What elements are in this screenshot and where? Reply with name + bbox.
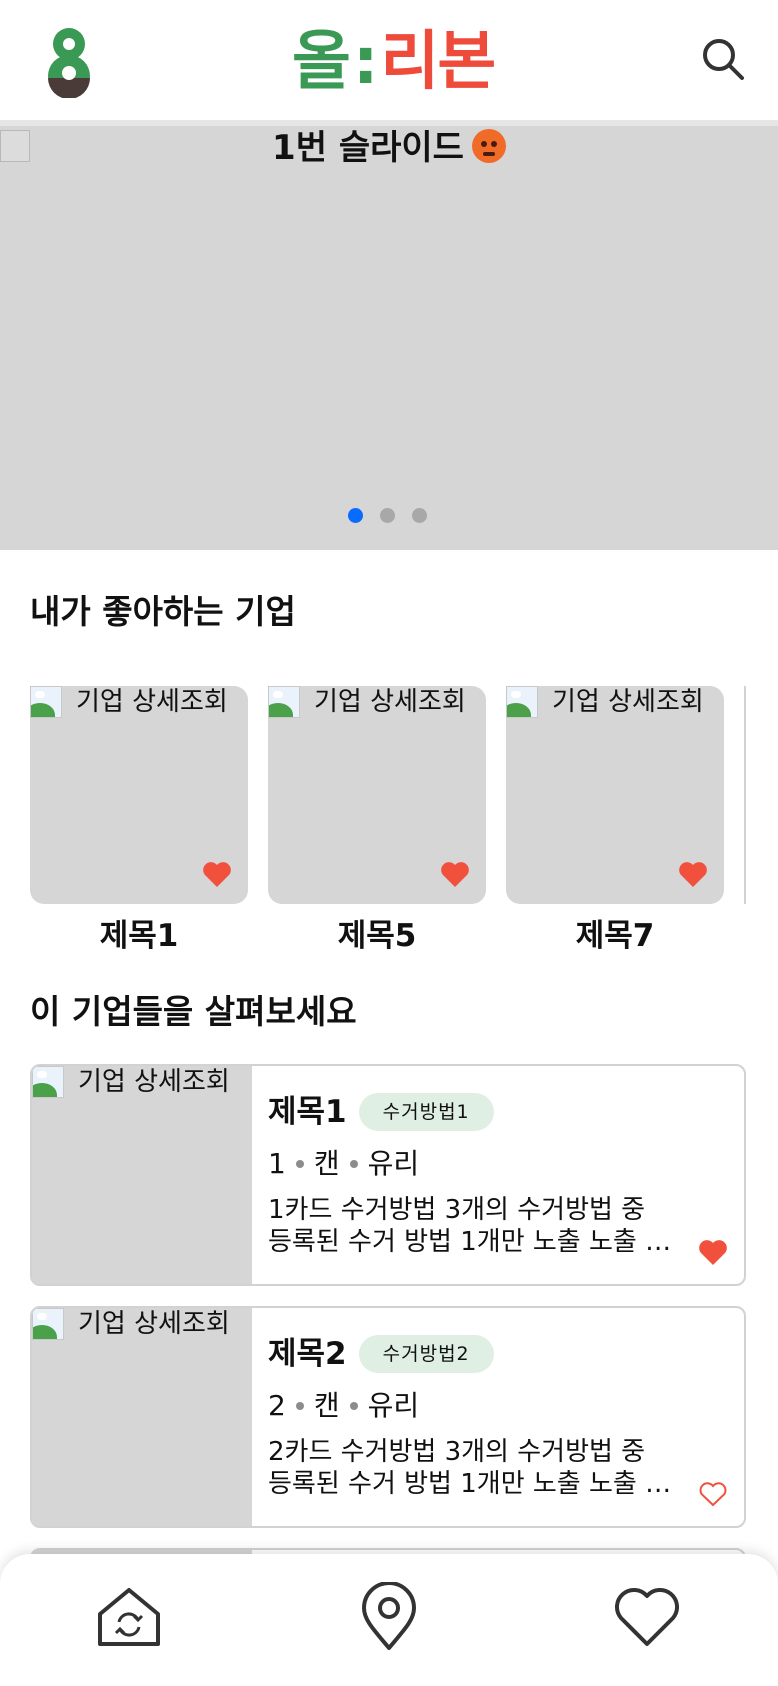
favorite-card-partial[interactable] bbox=[744, 686, 778, 904]
image-alt-text: 기업 상세조회 bbox=[78, 1067, 230, 1097]
image-alt-text: 기업 상세조회 bbox=[314, 687, 466, 717]
card-description-line-1: 2카드 수거방법 3개의 수거방법 중 bbox=[268, 1437, 646, 1467]
broken-image-icon bbox=[506, 686, 538, 718]
card-meta: 2 캔 유리 bbox=[268, 1388, 728, 1424]
image-alt-text: 기업 상세조회 bbox=[552, 687, 704, 717]
company-image: 기업 상세조회 bbox=[30, 686, 228, 718]
collection-method-badge: 수거방법2 bbox=[358, 1335, 494, 1373]
card-title-row: 제목1 수거방법1 bbox=[268, 1092, 728, 1132]
meta-material-can: 캔 bbox=[313, 1389, 340, 1422]
meta-separator bbox=[295, 1160, 304, 1168]
favorites-section-title: 내가 좋아하는 기업 bbox=[30, 592, 296, 631]
meta-separator bbox=[349, 1402, 358, 1410]
card-title: 제목1 bbox=[268, 1094, 347, 1130]
broken-image-icon bbox=[32, 1066, 64, 1098]
favorite-card-3-title: 제목7 bbox=[575, 918, 655, 954]
slider-pagination bbox=[348, 508, 427, 523]
slider-dot-1[interactable] bbox=[348, 508, 363, 523]
favorite-card-3[interactable]: 기업 상세조회 bbox=[506, 686, 724, 904]
map-pin-icon[interactable] bbox=[354, 1582, 424, 1652]
collection-method-badge: 수거방법1 bbox=[358, 1093, 494, 1131]
card-meta: 1 캔 유리 bbox=[268, 1146, 728, 1182]
heart-icon[interactable] bbox=[612, 1582, 682, 1652]
broken-image-icon bbox=[32, 1308, 64, 1340]
broken-image-icon bbox=[268, 686, 300, 718]
explore-section-title: 이 기업들을 살펴보세요 bbox=[30, 992, 357, 1031]
meta-material-glass: 유리 bbox=[367, 1389, 420, 1422]
meta-material-can: 캔 bbox=[313, 1147, 340, 1180]
favorite-card-1-title: 제목1 bbox=[99, 918, 179, 954]
slide-title-text: 1번 슬라이드 bbox=[272, 128, 464, 168]
brand-text-red: 리본 bbox=[380, 25, 496, 99]
card-description: 1카드 수거방법 3개의 수거방법 중 등록된 수거 방법 1개만 노출 노출 … bbox=[268, 1194, 688, 1258]
meta-material-glass: 유리 bbox=[367, 1147, 420, 1180]
card-body: 제목1 수거방법1 1 캔 유리 1카드 수거방법 3개의 수거방법 중 등록된… bbox=[268, 1092, 728, 1258]
meta-count: 2 bbox=[268, 1389, 286, 1422]
banner-slider[interactable]: 1번 슬라이드 bbox=[0, 126, 778, 550]
heart-filled-icon[interactable] bbox=[698, 1238, 728, 1266]
card-description-line-1: 1카드 수거방법 3개의 수거방법 중 bbox=[268, 1195, 646, 1225]
angry-face-emoji-icon bbox=[471, 129, 506, 163]
app-header: 올 : 리본 bbox=[0, 0, 778, 126]
brand-logo[interactable]: 올 : 리본 bbox=[292, 25, 496, 99]
company-list-card-2[interactable]: 기업 상세조회 제목2 수거방법2 2 캔 유리 2카드 수거방법 3개의 수거… bbox=[30, 1306, 746, 1528]
search-icon[interactable] bbox=[700, 36, 746, 82]
meta-separator bbox=[349, 1160, 358, 1168]
eight-logo-icon[interactable] bbox=[44, 26, 94, 98]
heart-filled-icon[interactable] bbox=[440, 860, 470, 888]
card-description-line-2: 등록된 수거 방법 1개만 노출 노출 노출 bbox=[268, 1469, 688, 1499]
company-thumbnail: 기업 상세조회 bbox=[32, 1308, 252, 1526]
favorite-card-1[interactable]: 기업 상세조회 bbox=[30, 686, 248, 904]
meta-separator bbox=[295, 1402, 304, 1410]
card-description-line-2: 등록된 수거 방법 1개만 노출 노출 노출 bbox=[268, 1227, 688, 1257]
company-image: 기업 상세조회 bbox=[32, 1308, 230, 1340]
company-image: 기업 상세조회 bbox=[506, 686, 704, 718]
slider-dot-2[interactable] bbox=[380, 508, 395, 523]
image-alt-text: 기업 상세조회 bbox=[78, 1309, 230, 1339]
slider-dot-3[interactable] bbox=[412, 508, 427, 523]
favorite-card-2[interactable]: 기업 상세조회 bbox=[268, 686, 486, 904]
card-title-row: 제목2 수거방법2 bbox=[268, 1334, 728, 1374]
heart-filled-icon[interactable] bbox=[678, 860, 708, 888]
brand-text-green: 올 bbox=[292, 25, 351, 99]
broken-image-icon bbox=[30, 686, 62, 718]
slide-title: 1번 슬라이드 bbox=[0, 126, 778, 170]
card-title: 제목2 bbox=[268, 1336, 347, 1372]
brand-separator: : bbox=[352, 25, 379, 99]
image-alt-text: 기업 상세조회 bbox=[76, 687, 228, 717]
card-body: 제목2 수거방법2 2 캔 유리 2카드 수거방법 3개의 수거방법 중 등록된… bbox=[268, 1334, 728, 1500]
bottom-navigation bbox=[0, 1554, 778, 1686]
meta-count: 1 bbox=[268, 1147, 286, 1180]
company-list-card-1[interactable]: 기업 상세조회 제목1 수거방법1 1 캔 유리 1카드 수거방법 3개의 수거… bbox=[30, 1064, 746, 1286]
home-recycle-icon[interactable] bbox=[94, 1582, 164, 1652]
card-description: 2카드 수거방법 3개의 수거방법 중 등록된 수거 방법 1개만 노출 노출 … bbox=[268, 1436, 688, 1500]
favorite-card-2-title: 제목5 bbox=[337, 918, 417, 954]
heart-filled-icon[interactable] bbox=[202, 860, 232, 888]
company-image: 기업 상세조회 bbox=[268, 686, 466, 718]
heart-outline-icon[interactable] bbox=[698, 1480, 728, 1508]
company-image: 기업 상세조회 bbox=[32, 1066, 230, 1098]
company-thumbnail: 기업 상세조회 bbox=[32, 1066, 252, 1284]
